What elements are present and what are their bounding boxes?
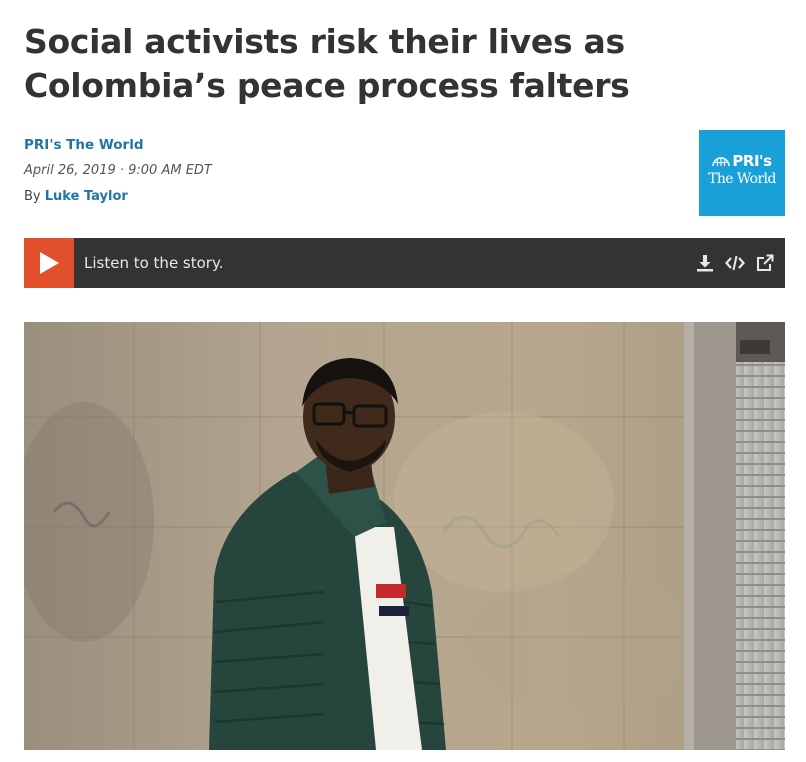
play-button[interactable] [24, 238, 74, 288]
audio-player: Listen to the story. [24, 238, 785, 288]
headline-line-2: Colombia’s peace process falters [24, 66, 630, 105]
embed-button[interactable] [725, 253, 745, 273]
author-link[interactable]: Luke Taylor [45, 189, 128, 204]
article-meta: PRI's The World April 26, 2019 · 9:00 AM… [24, 134, 424, 207]
headline-line-1: Social activists risk their lives as [24, 22, 625, 61]
logo-text-pri: PRI's [732, 152, 772, 170]
publish-date: April 26, 2019 · 9:00 AM EDT [24, 163, 212, 178]
article: Social activists risk their lives as Col… [24, 0, 785, 750]
headline: Social activists risk their lives as Col… [24, 0, 684, 108]
byline: By Luke Taylor [24, 187, 424, 207]
download-icon [697, 255, 713, 272]
pri-the-world-logo[interactable]: PRI's The World [699, 130, 785, 216]
play-icon [40, 252, 59, 274]
logo-text-the-world: The World [708, 171, 776, 187]
popout-button[interactable] [755, 253, 775, 273]
listen-label: Listen to the story. [84, 254, 224, 272]
article-photo [24, 322, 785, 750]
byline-prefix: By [24, 189, 41, 204]
player-actions [695, 253, 775, 273]
source-link[interactable]: PRI's The World [24, 134, 424, 156]
globe-icon [712, 157, 731, 167]
external-link-icon [757, 254, 774, 271]
embed-code-icon [725, 255, 745, 271]
download-button[interactable] [695, 253, 715, 273]
